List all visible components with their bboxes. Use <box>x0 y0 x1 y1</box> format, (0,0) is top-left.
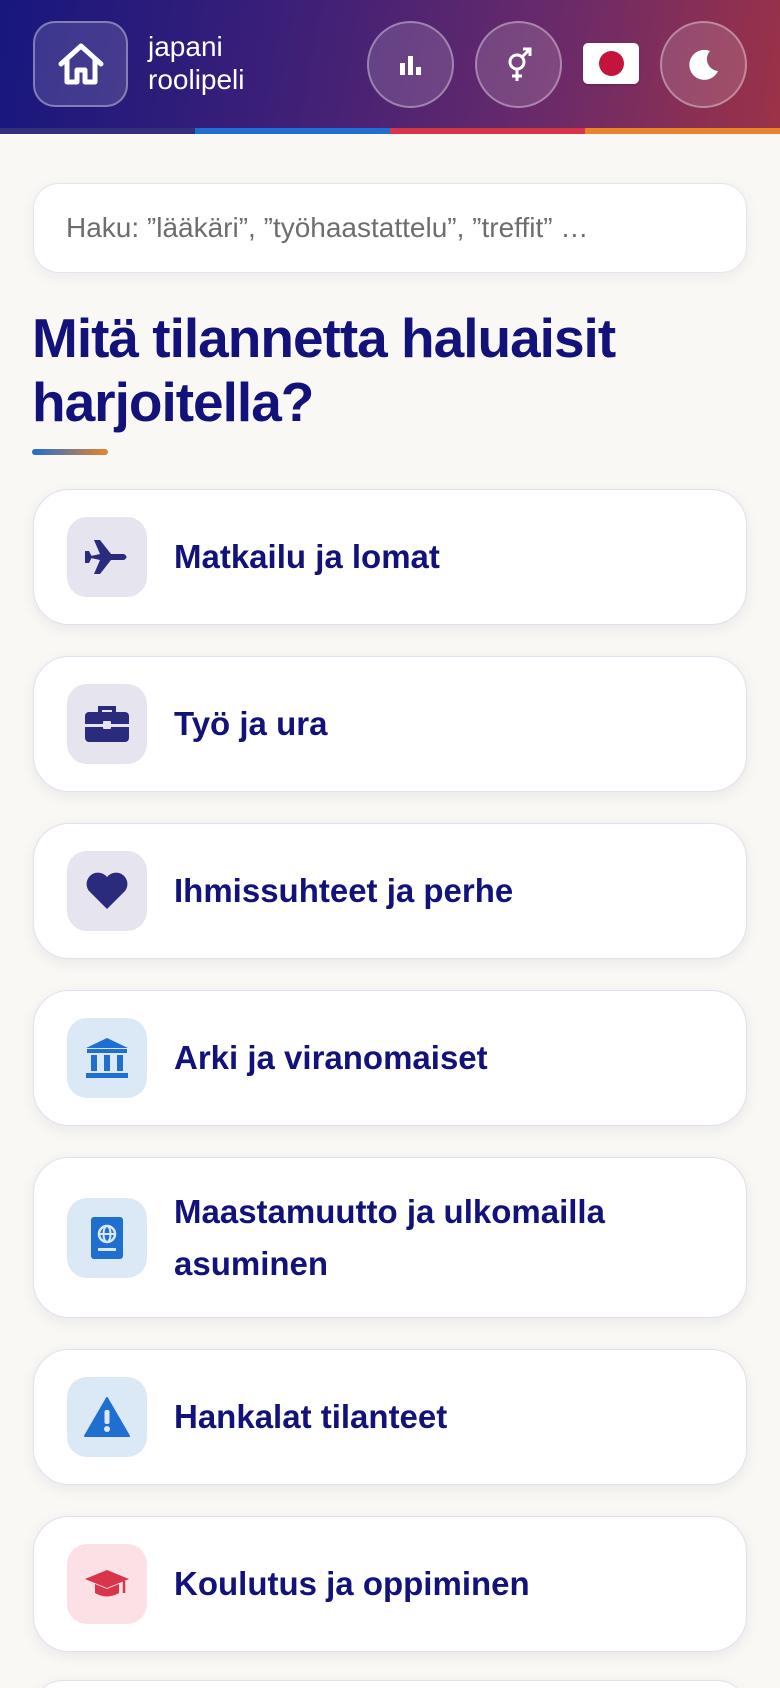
category-authorities[interactable]: Arki ja viranomaiset <box>33 990 747 1126</box>
category-icon-box <box>67 517 147 597</box>
category-immigration[interactable]: Maastamuutto ja ulkomailla asuminen <box>33 1157 747 1318</box>
plane-icon <box>85 540 127 574</box>
category-education[interactable]: Koulutus ja oppiminen <box>33 1516 747 1652</box>
category-label: Työ ja ura <box>174 705 328 742</box>
graduation-cap-icon <box>85 1570 129 1597</box>
moon-icon <box>688 49 718 80</box>
home-icon <box>58 43 103 85</box>
briefcase-icon <box>85 706 129 742</box>
category-travel[interactable]: Matkailu ja lomat <box>33 489 747 625</box>
theme-toggle-button[interactable] <box>660 21 747 108</box>
category-icon-box <box>67 684 147 764</box>
category-difficult-situations[interactable]: Hankalat tilanteet <box>33 1349 747 1485</box>
brand-line-1: japani <box>148 31 223 62</box>
category-partial-next[interactable] <box>33 1680 747 1688</box>
category-label: Koulutus ja oppiminen <box>174 1565 530 1602</box>
heart-icon <box>86 872 128 909</box>
category-label: Arki ja viranomaiset <box>174 1039 488 1076</box>
stats-button[interactable] <box>367 21 454 108</box>
category-icon-box <box>67 1197 147 1278</box>
home-button[interactable] <box>33 21 128 107</box>
passport-icon <box>91 1216 123 1259</box>
language-flag-button[interactable] <box>583 43 639 84</box>
search-input[interactable] <box>33 183 747 273</box>
category-label: Ihmissuhteet ja perhe <box>174 872 514 909</box>
category-label: Matkailu ja lomat <box>174 538 440 575</box>
gender-button[interactable] <box>475 21 562 108</box>
page-title: Mitä tilannetta haluaisit harjoitella? <box>32 307 616 433</box>
japan-flag-icon <box>598 51 624 76</box>
category-icon-box <box>67 1544 147 1624</box>
title-underline <box>32 449 108 455</box>
category-icon-box <box>67 1018 147 1098</box>
app-header: japani roolipeli <box>0 0 780 134</box>
gender-icon <box>508 47 531 81</box>
bar-chart-icon <box>399 55 421 75</box>
bank-icon <box>86 1038 128 1078</box>
app-brand: japani roolipeli <box>148 30 245 96</box>
category-relationships[interactable]: Ihmissuhteet ja perhe <box>33 823 747 959</box>
category-label: Maastamuutto ja ulkomailla asuminen <box>174 1192 605 1282</box>
header-stripe <box>0 128 780 134</box>
category-label: Hankalat tilanteet <box>174 1398 448 1435</box>
category-icon-box <box>67 1377 147 1457</box>
category-icon-box <box>67 851 147 931</box>
warning-icon <box>84 1397 130 1437</box>
category-work[interactable]: Työ ja ura <box>33 656 747 792</box>
brand-line-2: roolipeli <box>148 64 245 95</box>
